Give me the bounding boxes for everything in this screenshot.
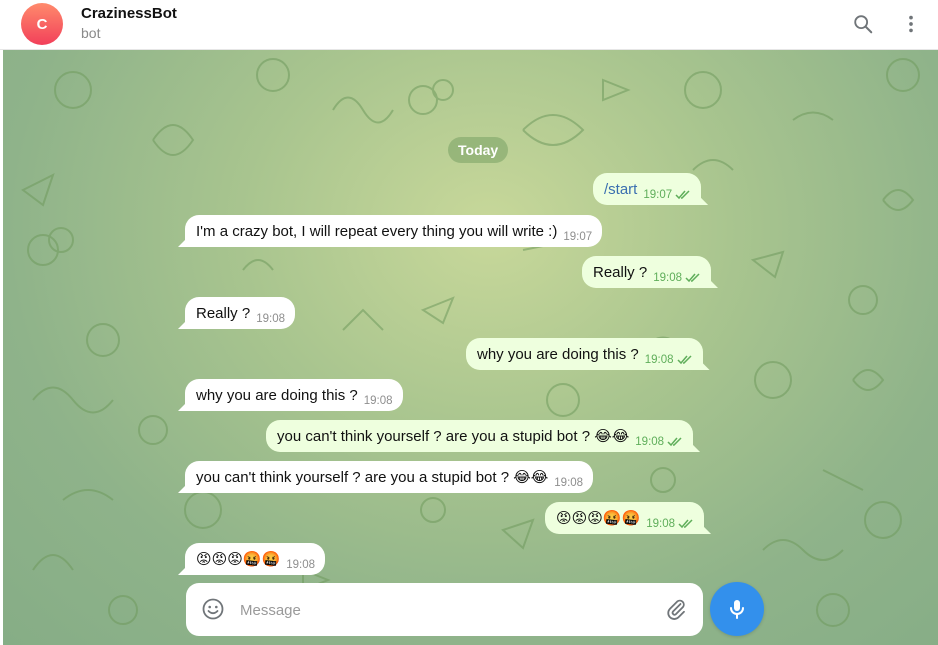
message-text: why you are doing this ?: [196, 386, 358, 404]
message-text: Really ?: [196, 304, 251, 322]
incoming-message[interactable]: 😡😡😡🤬🤬 19:08: [185, 543, 326, 575]
double-check-icon: [677, 354, 693, 365]
chat-header: C CrazinessBot bot: [0, 0, 938, 50]
chat-title[interactable]: CrazinessBot: [81, 5, 177, 22]
message-time: 19:07: [643, 188, 673, 201]
attach-button[interactable]: [664, 597, 688, 621]
double-check-icon: [685, 272, 701, 283]
message-text: Really ?: [593, 263, 648, 281]
message-text: you can't think yourself ? are you a stu…: [277, 428, 630, 445]
incoming-message[interactable]: Really ? 19:08: [185, 297, 295, 329]
message-meta: 19:08: [653, 272, 701, 284]
smile-icon: [202, 598, 224, 620]
message-time: 19:07: [563, 230, 593, 243]
outgoing-message[interactable]: why you are doing this ? 19:08: [466, 338, 703, 370]
search-button[interactable]: [847, 8, 879, 40]
double-check-icon: [678, 518, 694, 529]
incoming-message[interactable]: you can't think yourself ? are you a stu…: [185, 461, 594, 493]
chat-area[interactable]: Today /start 19:07 I'm a crazy bot, I wi…: [3, 50, 938, 645]
double-check-icon: [667, 436, 683, 447]
voice-record-button[interactable]: [710, 582, 764, 636]
emoji-button[interactable]: [201, 597, 225, 621]
message-meta: 19:08: [646, 518, 694, 530]
message-time: 19:08: [256, 312, 285, 325]
outgoing-message[interactable]: you can't think yourself ? are you a stu…: [266, 420, 694, 452]
outgoing-message[interactable]: /start 19:07: [593, 173, 702, 205]
date-separator: Today: [448, 137, 509, 163]
message-text: I'm a crazy bot, I will repeat every thi…: [196, 222, 558, 240]
message-text: why you are doing this ?: [477, 345, 639, 363]
message-text: 😡😡😡🤬🤬: [196, 551, 281, 568]
outgoing-message[interactable]: 😡😡😡🤬🤬 19:08: [545, 502, 705, 534]
message-input[interactable]: [240, 596, 650, 624]
message-time: 19:08: [286, 558, 316, 571]
message-time: 19:08: [363, 394, 393, 407]
outgoing-message[interactable]: Really ? 19:08: [582, 256, 711, 288]
message-meta: 19:08: [635, 436, 683, 448]
message-meta: 19:08: [364, 395, 393, 407]
message-time: 19:08: [635, 435, 665, 448]
double-check-icon: [675, 189, 691, 200]
search-icon: [854, 15, 873, 34]
message-text: you can't think yourself ? are you a stu…: [196, 469, 549, 486]
message-meta: 19:07: [643, 189, 691, 201]
message-time: 19:08: [653, 271, 682, 284]
message-text: 😡😡😡🤬🤬: [556, 510, 641, 527]
message-meta: 19:08: [645, 354, 693, 366]
more-menu-button[interactable]: [895, 8, 927, 40]
bot-command-link[interactable]: /start: [604, 181, 637, 198]
more-vertical-icon: [909, 15, 913, 33]
incoming-message[interactable]: why you are doing this ? 19:08: [185, 379, 403, 411]
message-time: 19:08: [646, 517, 676, 530]
microphone-icon: [730, 600, 744, 619]
message-meta: 19:08: [554, 477, 583, 489]
message-time: 19:08: [554, 476, 584, 489]
message-meta: 19:07: [563, 231, 592, 243]
chat-subtitle: bot: [81, 25, 101, 41]
incoming-message[interactable]: I'm a crazy bot, I will repeat every thi…: [185, 215, 603, 247]
paperclip-icon: [667, 599, 685, 620]
message-meta: 19:08: [286, 559, 315, 571]
message-meta: 19:08: [256, 313, 285, 325]
avatar[interactable]: C: [21, 3, 63, 45]
message-time: 19:08: [644, 353, 674, 366]
